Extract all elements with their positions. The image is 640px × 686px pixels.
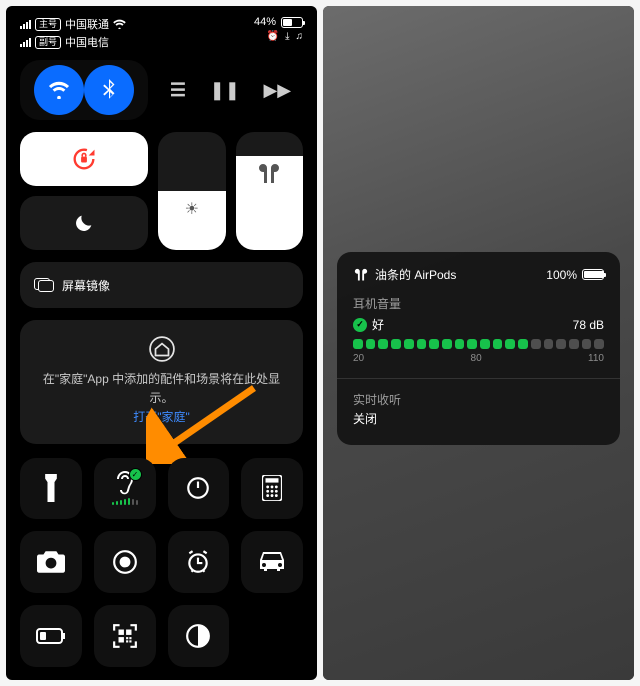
volume-label: 耳机音量 <box>353 295 604 312</box>
headphones-indicator-icon: ♫ <box>296 31 304 42</box>
live-listen-value: 关闭 <box>353 410 604 427</box>
rotation-lock-toggle[interactable] <box>20 132 148 186</box>
calculator-icon <box>262 475 282 501</box>
carrier-2-name: 中国电信 <box>65 34 109 50</box>
hearing-button[interactable]: ✓ <box>94 458 156 520</box>
car-icon <box>258 552 286 572</box>
carrier-line-1: 主号 中国联通 <box>20 16 126 32</box>
hearing-meter-icon <box>112 498 138 505</box>
qr-icon <box>112 623 138 649</box>
right-phone-hearing-detail: 油条的 AirPods 100% 耳机音量 ✓ 好 78 dB 20 80 110… <box>323 6 634 680</box>
tick-high: 110 <box>588 353 604 364</box>
rotation-lock-icon <box>70 145 98 173</box>
media-list-icon[interactable]: ☰ <box>170 80 186 101</box>
sim-badge-2: 副号 <box>35 36 61 49</box>
calculator-button[interactable] <box>241 458 303 520</box>
media-controls: ☰ ❚❚ ▶▶ <box>158 60 303 120</box>
tick-mid: 80 <box>471 353 482 364</box>
home-icon <box>149 336 175 362</box>
connectivity-group[interactable] <box>20 60 148 120</box>
home-tip-text: 在"家庭"App 中添加的配件和场景将在此处显示。 <box>43 372 280 405</box>
device-battery-pct: 100% <box>546 268 577 282</box>
battery-pct: 44% <box>254 16 276 28</box>
open-home-link[interactable]: 打开"家庭" <box>133 410 190 424</box>
screen-mirroring-button[interactable]: 屏幕镜像 <box>20 262 303 308</box>
live-listen-label: 实时收听 <box>353 391 604 408</box>
status-bar: 主号 中国联通 副号 中国电信 44% <box>6 6 317 54</box>
alarm-clock-icon <box>185 549 211 575</box>
low-power-button[interactable] <box>20 605 82 667</box>
left-phone-control-center: 主号 中国联通 副号 中国电信 44% <box>6 6 317 680</box>
moon-icon <box>73 212 95 234</box>
brightness-slider[interactable]: ☀ <box>158 132 226 250</box>
play-pause-button[interactable]: ❚❚ <box>210 80 240 101</box>
signal-bars-icon <box>20 20 31 29</box>
wifi-toggle[interactable] <box>34 65 84 115</box>
wifi-icon <box>48 81 70 99</box>
flashlight-icon <box>42 474 60 502</box>
signal-bars-icon <box>20 38 31 47</box>
lock-indicator-icon: ⤓ <box>285 31 289 42</box>
battery-icon <box>582 269 604 280</box>
carrier-1-name: 中国联通 <box>65 16 109 32</box>
db-meter <box>353 339 604 349</box>
sun-icon: ☀ <box>185 199 199 219</box>
record-icon <box>112 549 138 575</box>
battery-icon <box>281 17 303 28</box>
timer-button[interactable] <box>168 458 230 520</box>
status-indicators: ⏰ ⤓ ♫ <box>267 31 303 42</box>
bluetooth-icon <box>102 79 116 101</box>
alarm-indicator-icon: ⏰ <box>267 31 279 42</box>
screen-record-button[interactable] <box>94 531 156 593</box>
db-value: 78 dB <box>573 318 604 332</box>
airpods-icon <box>353 268 369 282</box>
alarm-button[interactable] <box>168 531 230 593</box>
dark-mode-button[interactable] <box>168 605 230 667</box>
volume-slider[interactable] <box>236 132 304 250</box>
airpods-icon <box>256 164 282 184</box>
bluetooth-toggle[interactable] <box>84 65 134 115</box>
hearing-card[interactable]: 油条的 AirPods 100% 耳机音量 ✓ 好 78 dB 20 80 110… <box>337 252 620 445</box>
camera-button[interactable] <box>20 531 82 593</box>
next-track-button[interactable]: ▶▶ <box>263 80 291 101</box>
camera-icon <box>37 551 65 573</box>
flashlight-button[interactable] <box>20 458 82 520</box>
dark-mode-icon <box>185 623 211 649</box>
device-name: 油条的 AirPods <box>375 266 456 283</box>
timer-icon <box>185 475 211 501</box>
tick-low: 20 <box>353 353 364 364</box>
qr-scan-button[interactable] <box>94 605 156 667</box>
do-not-disturb-toggle[interactable] <box>20 196 148 250</box>
hearing-badge-icon: ✓ <box>129 468 142 481</box>
carrier-line-2: 副号 中国电信 <box>20 34 126 50</box>
driving-button[interactable] <box>241 531 303 593</box>
status-good: 好 <box>372 316 384 333</box>
screen-mirroring-icon <box>34 278 54 292</box>
home-app-card[interactable]: 在"家庭"App 中添加的配件和场景将在此处显示。 打开"家庭" <box>20 320 303 444</box>
sim-badge-1: 主号 <box>35 18 61 31</box>
wifi-icon <box>113 19 126 29</box>
screen-mirroring-label: 屏幕镜像 <box>62 277 110 294</box>
battery-low-icon <box>36 628 66 644</box>
check-icon: ✓ <box>353 318 367 332</box>
